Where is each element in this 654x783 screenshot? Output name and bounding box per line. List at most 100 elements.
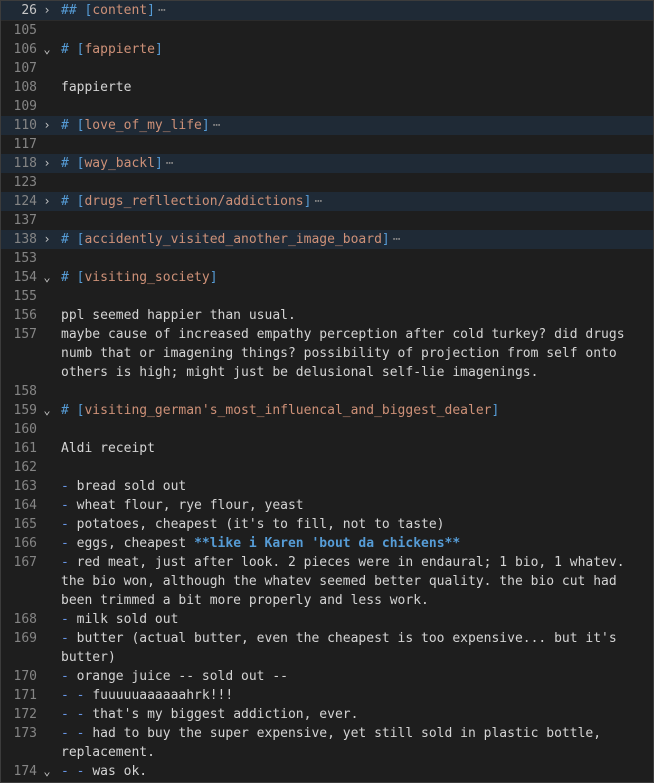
line-number: 105 bbox=[13, 23, 37, 38]
editor-line-137[interactable]: 137 bbox=[1, 211, 653, 230]
editor-line-105[interactable]: 105 bbox=[1, 21, 653, 40]
line-content: # [way_backl] ⋯ bbox=[57, 154, 653, 173]
editor-line-123[interactable]: 123 bbox=[1, 173, 653, 192]
line-number: 161 bbox=[13, 441, 37, 456]
close-bracket: ] bbox=[491, 403, 500, 418]
editor-line-164[interactable]: 164 - wheat flour, rye flour, yeast bbox=[1, 496, 653, 515]
editor-line-108[interactable]: 108 fappierte bbox=[1, 78, 653, 97]
editor-line-163[interactable]: 163 - bread sold out bbox=[1, 477, 653, 496]
close-bracket: ] bbox=[154, 42, 163, 57]
editor-line-118[interactable]: 118 › # [way_backl] ⋯ bbox=[1, 154, 653, 173]
line-number: 107 bbox=[13, 61, 37, 76]
heading-title: accidently_visited_another_image_board bbox=[84, 232, 382, 247]
editor-line-166[interactable]: 166 - eggs, cheapest **like i Karen 'bout… bbox=[1, 534, 653, 553]
editor-line-174[interactable]: 174 ⌄ - - was ok. bbox=[1, 762, 653, 781]
line-number: 157 bbox=[13, 327, 37, 342]
editor-line-109[interactable]: 109 bbox=[1, 97, 653, 116]
fold-collapsed-chevron-icon[interactable]: › bbox=[37, 154, 57, 173]
line-content: # [fappierte] bbox=[57, 40, 653, 59]
fold-collapsed-chevron-icon[interactable]: › bbox=[37, 116, 57, 135]
fold-collapsed-chevron-icon[interactable]: › bbox=[37, 230, 57, 249]
editor-line-106[interactable]: 106 ⌄ # [fappierte] bbox=[1, 40, 653, 59]
heading-title: way_backl bbox=[84, 156, 155, 171]
line-number: 158 bbox=[13, 384, 37, 399]
line-number: 163 bbox=[13, 479, 37, 494]
editor-line-167[interactable]: 167 - red meat, just after look. 2 pieces… bbox=[1, 553, 653, 610]
line-content: - - had to buy the super expensive, yet … bbox=[57, 724, 653, 762]
paragraph-text: fappierte bbox=[61, 80, 132, 95]
list-item-text: that's my biggest addiction, ever. bbox=[92, 707, 359, 722]
heading-title: love_of_my_life bbox=[84, 118, 202, 133]
folded-ellipsis-icon[interactable]: ⋯ bbox=[210, 118, 221, 133]
line-number: 138 bbox=[13, 232, 37, 247]
list-marker: - - bbox=[61, 764, 93, 779]
editor-line-117[interactable]: 117 bbox=[1, 135, 653, 154]
editor-line-173[interactable]: 173 - - had to buy the super expensive, y… bbox=[1, 724, 653, 762]
fold-collapsed-chevron-icon[interactable]: › bbox=[37, 1, 57, 20]
list-marker: - bbox=[61, 517, 77, 532]
heading-marker: # bbox=[61, 403, 69, 418]
folded-ellipsis-icon[interactable]: ⋯ bbox=[163, 156, 174, 171]
line-number: 123 bbox=[13, 175, 37, 190]
editor-line-160[interactable]: 160 bbox=[1, 420, 653, 439]
line-content: - eggs, cheapest **like i Karen 'bout da… bbox=[57, 534, 653, 553]
editor-line-153[interactable]: 153 bbox=[1, 249, 653, 268]
editor-line-107[interactable]: 107 bbox=[1, 59, 653, 78]
editor-line-154[interactable]: 154 ⌄ # [visiting_society] bbox=[1, 268, 653, 287]
line-content: ## [content] ⋯ bbox=[57, 1, 653, 20]
line-number: 154 bbox=[13, 270, 37, 285]
line-number: 165 bbox=[13, 517, 37, 532]
markdown-editor[interactable]: 26 › ## [content] ⋯ 105 106 ⌄ # [fappierte] 107 1… bbox=[0, 0, 654, 783]
fold-expanded-chevron-icon[interactable]: ⌄ bbox=[37, 268, 57, 287]
heading-marker: # bbox=[61, 156, 69, 171]
line-content: - potatoes, cheapest (it's to fill, not … bbox=[57, 515, 653, 534]
list-item-text: had to buy the super expensive, yet stil… bbox=[61, 726, 609, 760]
line-number: 172 bbox=[13, 707, 37, 722]
line-number: 164 bbox=[13, 498, 37, 513]
folded-ellipsis-icon[interactable]: ⋯ bbox=[390, 232, 401, 247]
list-marker: - - bbox=[61, 726, 93, 741]
list-marker: - bbox=[61, 612, 77, 627]
fold-expanded-chevron-icon[interactable]: ⌄ bbox=[37, 401, 57, 420]
heading-marker: # bbox=[61, 270, 69, 285]
line-number: 159 bbox=[13, 403, 37, 418]
fold-expanded-chevron-icon[interactable]: ⌄ bbox=[37, 762, 57, 781]
editor-line-138[interactable]: 138 › # [accidently_visited_another_image_… bbox=[1, 230, 653, 249]
editor-line-159[interactable]: 159 ⌄ # [visiting_german's_most_influencal… bbox=[1, 401, 653, 420]
editor-line-158[interactable]: 158 bbox=[1, 382, 653, 401]
editor-line-172[interactable]: 172 - - that's my biggest addiction, ever… bbox=[1, 705, 653, 724]
heading-title: visiting_german's_most_influencal_and_bi… bbox=[84, 403, 492, 418]
list-marker: - bbox=[61, 479, 77, 494]
line-number: 109 bbox=[13, 99, 37, 114]
line-number: 168 bbox=[13, 612, 37, 627]
editor-line-171[interactable]: 171 - - fuuuuuaaaaaahrk!!! bbox=[1, 686, 653, 705]
close-bracket: ] bbox=[209, 270, 218, 285]
heading-title: drugs_refllection/addictions bbox=[84, 194, 304, 209]
line-number: 170 bbox=[13, 669, 37, 684]
editor-line-156[interactable]: 156 ppl seemed happier than usual. bbox=[1, 306, 653, 325]
editor-line-169[interactable]: 169 - butter (actual butter, even the che… bbox=[1, 629, 653, 667]
paragraph-text: ppl seemed happier than usual. bbox=[61, 308, 296, 323]
editor-line-165[interactable]: 165 - potatoes, cheapest (it's to fill, n… bbox=[1, 515, 653, 534]
fold-collapsed-chevron-icon[interactable]: › bbox=[37, 192, 57, 211]
line-content: - bread sold out bbox=[57, 477, 653, 496]
folded-ellipsis-icon[interactable]: ⋯ bbox=[155, 3, 166, 18]
editor-line-26[interactable]: 26 › ## [content] ⋯ bbox=[1, 1, 653, 21]
line-number: 171 bbox=[13, 688, 37, 703]
editor-line-162[interactable]: 162 bbox=[1, 458, 653, 477]
editor-lines: 26 › ## [content] ⋯ 105 106 ⌄ # [fappierte] 107 1… bbox=[1, 1, 653, 781]
fold-expanded-chevron-icon[interactable]: ⌄ bbox=[37, 40, 57, 59]
line-content: - milk sold out bbox=[57, 610, 653, 629]
editor-line-157[interactable]: 157 maybe cause of increased empathy perc… bbox=[1, 325, 653, 382]
editor-line-110[interactable]: 110 › # [love_of_my_life] ⋯ bbox=[1, 116, 653, 135]
editor-line-161[interactable]: 161 Aldi receipt bbox=[1, 439, 653, 458]
line-content: fappierte bbox=[57, 78, 653, 97]
editor-line-124[interactable]: 124 › # [drugs_refllection/addictions] ⋯ bbox=[1, 192, 653, 211]
line-number: 153 bbox=[13, 251, 37, 266]
editor-line-170[interactable]: 170 - orange juice -- sold out -- bbox=[1, 667, 653, 686]
folded-ellipsis-icon[interactable]: ⋯ bbox=[311, 194, 322, 209]
line-number: 124 bbox=[13, 194, 37, 209]
editor-line-168[interactable]: 168 - milk sold out bbox=[1, 610, 653, 629]
list-marker: - bbox=[61, 555, 77, 570]
editor-line-155[interactable]: 155 bbox=[1, 287, 653, 306]
